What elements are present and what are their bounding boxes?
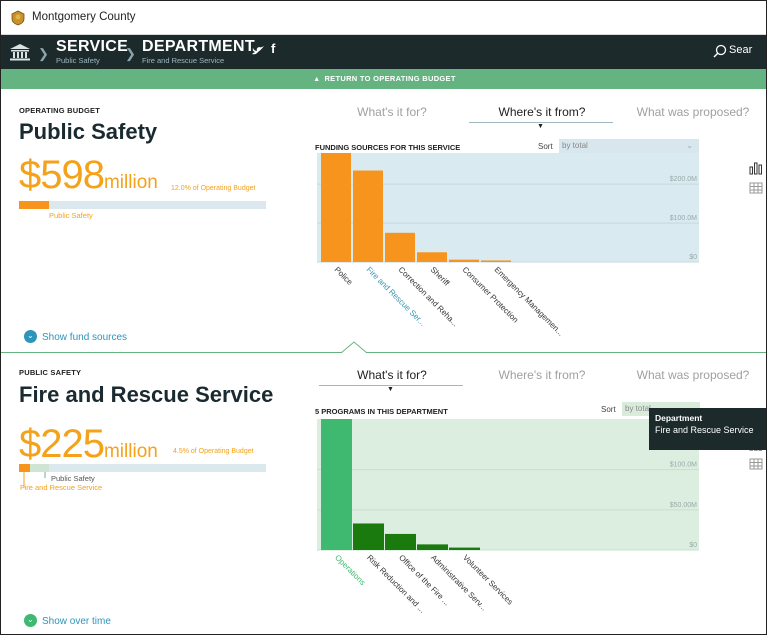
bar-chart-icon[interactable] (749, 161, 763, 175)
x-tick-label[interactable]: Administrative Serv... (429, 553, 488, 612)
view-toggle (749, 161, 763, 194)
amount-number: $225 (19, 422, 105, 466)
budget-share-bar (19, 464, 266, 472)
bar[interactable] (417, 252, 447, 262)
return-label: RETURN TO OPERATING BUDGET (324, 74, 456, 83)
section-department: PUBLIC SAFETY Fire and Rescue Service $2… (1, 347, 766, 634)
app-window: Montgomery County ❯ SERVICE Public Safet… (0, 0, 767, 635)
budget-share-fill (19, 464, 30, 472)
chevron-up-icon: ▲ (313, 76, 321, 83)
chevron-down-circle-icon: ⌄ (24, 330, 37, 343)
section-title: Fire and Rescue Service (19, 382, 274, 407)
y-tick-label: $50.00M (670, 502, 697, 509)
tab-what-was-proposed[interactable]: What was proposed? (618, 368, 766, 382)
x-tick-label[interactable]: Risk Reduction and ... (365, 553, 427, 614)
x-tick-label[interactable]: Fire and Rescue Ser... (365, 265, 428, 328)
bar[interactable] (449, 547, 480, 550)
show-link-label: Show over time (42, 616, 111, 628)
tab-whats-it-for[interactable]: What's it for? (317, 368, 467, 382)
breadcrumb-chevron-icon: ❯ (125, 46, 136, 61)
funding-sources-chart: $0 $100.0M $200.0M Police Fire and Rescue Se… (317, 153, 699, 338)
tab-whats-it-for[interactable]: What's it for? (317, 105, 467, 119)
bar[interactable] (321, 153, 351, 262)
bar[interactable] (385, 232, 415, 262)
percent-of-budget: 4.5% of Operating Budget (173, 448, 254, 455)
bar[interactable] (321, 419, 352, 550)
tooltip-title: Department (655, 413, 703, 423)
window-titlebar: Montgomery County (1, 1, 766, 35)
chart-heading: 5 PROGRAMS IN THIS DEPARTMENT (315, 407, 448, 416)
chevron-down-icon: ▼ (387, 386, 394, 393)
breadcrumb-service-sub: Public Safety (56, 56, 100, 65)
x-tick-label[interactable]: Consumer Protection (461, 265, 521, 325)
section-eyebrow: OPERATING BUDGET (19, 106, 100, 115)
y-tick-label: $100.0M (670, 215, 697, 222)
county-seal-icon (11, 10, 25, 26)
return-to-budget-bar[interactable]: ▲ RETURN TO OPERATING BUDGET (1, 69, 766, 89)
budget-share-bar (19, 201, 266, 209)
y-tick-label: $0 (689, 254, 697, 261)
breadcrumb-chevron-icon: ❯ (38, 46, 49, 61)
department-label: Fire and Rescue Service (20, 483, 103, 492)
chevron-down-icon: ⌄ (686, 141, 693, 150)
percent-of-budget: 12.0% of Operating Budget (171, 185, 256, 192)
sort-label: Sort (538, 142, 553, 151)
parent-label: Public Safety (51, 474, 95, 483)
tooltip-value: Fire and Rescue Service (655, 425, 754, 435)
x-tick-label[interactable]: Correction and Reha... (397, 265, 460, 328)
tab-wheres-it-from[interactable]: Where's it from? (467, 368, 617, 382)
y-tick-label: $200.0M (670, 176, 697, 183)
bar[interactable] (385, 533, 416, 550)
tab-what-was-proposed[interactable]: What was proposed? (618, 105, 766, 119)
x-tick-label[interactable]: Operations (333, 553, 367, 587)
facebook-icon[interactable]: f (271, 41, 275, 56)
table-icon[interactable] (749, 182, 763, 194)
breadcrumb-department-sub: Fire and Rescue Service (142, 56, 225, 65)
tab-wheres-it-from[interactable]: Where's it from? (467, 105, 617, 119)
amount-number: $598 (19, 153, 105, 197)
search-icon[interactable] (713, 44, 727, 58)
breadcrumb-service[interactable]: SERVICE (56, 38, 128, 56)
chevron-down-icon: ▼ (537, 123, 544, 130)
amount-unit: million (103, 441, 158, 462)
chart-heading: FUNDING SOURCES FOR THIS SERVICE (315, 143, 461, 152)
bar[interactable] (353, 170, 383, 262)
chart-tooltip: Department Fire and Rescue Service (649, 408, 766, 450)
budget-share-fill (19, 201, 49, 209)
nav-bar: ❯ SERVICE Public Safety ❯ DEPARTMENT Fir… (1, 35, 766, 69)
twitter-icon[interactable] (252, 46, 264, 56)
bar[interactable] (481, 260, 511, 262)
window-title: Montgomery County (32, 11, 136, 23)
x-tick-label[interactable]: Sheriff (429, 265, 452, 288)
table-icon[interactable] (749, 458, 763, 470)
breadcrumb-department[interactable]: DEPARTMENT (142, 38, 255, 56)
amount-unit: million (103, 172, 158, 193)
bar[interactable] (449, 259, 479, 262)
sort-label: Sort (601, 405, 616, 414)
search-label[interactable]: Sear (729, 44, 752, 56)
bar[interactable] (353, 523, 384, 550)
sort-value: by total (562, 141, 588, 150)
bar[interactable] (417, 544, 448, 550)
show-link-label: Show fund sources (42, 332, 128, 344)
view-tabs: What's it for? Where's it from? What was… (317, 103, 766, 130)
show-fund-sources-link[interactable]: ⌄ Show fund sources (24, 330, 128, 344)
y-tick-label: $100.0M (670, 462, 697, 469)
section-title: Public Safety (19, 119, 158, 144)
section-eyebrow: PUBLIC SAFETY (19, 368, 82, 377)
section-service: OPERATING BUDGET Public Safety $598milli… (1, 89, 766, 347)
y-tick-label: $0 (689, 542, 697, 549)
show-over-time-link[interactable]: ⌄ Show over time (24, 614, 111, 628)
budget-amount: $598million (19, 153, 158, 198)
building-home-icon[interactable] (9, 43, 31, 61)
sort-value: by total (625, 404, 651, 413)
x-tick-label[interactable]: Police (333, 265, 355, 287)
view-tabs: What's it for? Where's it from? What was… (317, 366, 766, 393)
chevron-down-circle-icon: ⌄ (24, 614, 37, 627)
budget-amount: $225million (19, 422, 158, 467)
sort-select[interactable]: by total ⌄ (559, 139, 699, 153)
budget-share-label: Public Safety (49, 211, 93, 220)
